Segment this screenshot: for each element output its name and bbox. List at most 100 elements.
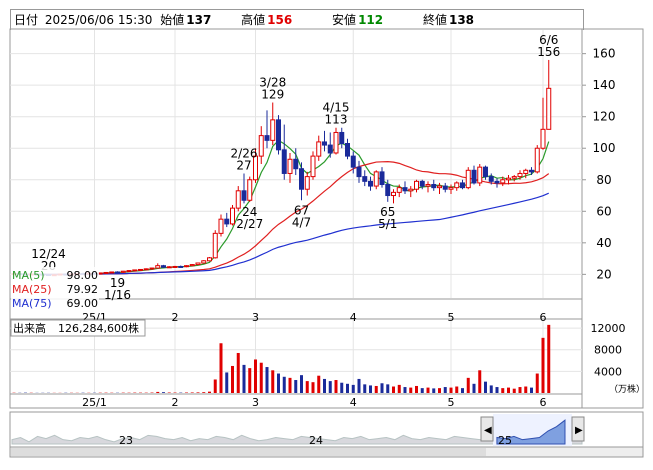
- volume-bar: [455, 386, 459, 393]
- annotation-value: 129: [261, 88, 284, 102]
- candle-body: [345, 143, 350, 157]
- volume-bar: [282, 376, 286, 393]
- candle-body: [322, 141, 327, 146]
- volume-bar: [196, 392, 200, 393]
- volume-header: 出来高 126,284,600株: [10, 319, 146, 337]
- candle-body: [546, 87, 552, 130]
- volume-bar: [530, 387, 533, 393]
- volume-bar: [495, 387, 499, 393]
- candle-body: [517, 172, 523, 178]
- volume-bar: [449, 387, 453, 393]
- candle-body: [350, 155, 356, 168]
- candle-body: [385, 183, 391, 197]
- volume-bar: [288, 377, 292, 393]
- volume-bar: [208, 391, 211, 393]
- candle-body: [270, 119, 276, 141]
- candle-body: [189, 264, 195, 267]
- volume-bar: [213, 379, 217, 393]
- candle-body: [276, 119, 281, 151]
- candle-body: [184, 265, 189, 268]
- volume-bar: [328, 381, 332, 393]
- price-tick-label: 100: [593, 141, 616, 155]
- candle-body: [442, 185, 448, 190]
- volume-bar: [340, 382, 344, 393]
- volume-bar: [277, 373, 280, 393]
- candle-body: [212, 232, 218, 259]
- ma-legend: MA(5) 98.00 MA(25) 79.92 MA(75) 69.00: [11, 267, 99, 311]
- x-tick-label: 4: [350, 311, 357, 324]
- volume-bar: [547, 324, 551, 393]
- candle-body: [333, 131, 339, 154]
- left-arrow-icon: ◀: [484, 425, 492, 436]
- volume-bar: [466, 377, 470, 393]
- candle-body: [281, 149, 287, 174]
- volume-unit: （万株）: [609, 383, 645, 395]
- candle-body: [483, 166, 488, 178]
- volume-bar: [317, 375, 321, 393]
- navigator-year-label: 25: [498, 434, 512, 447]
- volume-bar: [265, 367, 269, 393]
- candle-body: [511, 176, 517, 179]
- candle-body: [454, 182, 460, 189]
- candle-body: [460, 182, 465, 189]
- candle-body: [310, 155, 316, 178]
- candle-body: [368, 180, 373, 187]
- x-tick-label-volume: 3: [252, 396, 259, 409]
- candle-body: [339, 131, 345, 145]
- scrollbar-track-left: [11, 448, 486, 456]
- candle-body: [138, 268, 143, 271]
- candle-body: [103, 271, 109, 274]
- candle-body: [471, 169, 477, 184]
- candle-body: [379, 171, 385, 185]
- candle-body: [287, 158, 293, 174]
- candle-body: [419, 180, 425, 187]
- annotation-value: 27: [236, 158, 251, 172]
- volume-tick-label: 8000: [594, 344, 622, 357]
- candle-body: [241, 190, 247, 201]
- volume-bar: [524, 386, 528, 393]
- volume-bar: [363, 384, 367, 393]
- candle-body: [299, 168, 304, 190]
- volume-bar: [305, 381, 309, 393]
- stock-chart: 20406080100120140160400080001200025/125/…: [9, 28, 645, 458]
- volume-bar: [443, 387, 447, 393]
- volume-bar: [489, 385, 493, 393]
- volume-bar: [484, 381, 487, 393]
- volume-bar: [242, 364, 246, 393]
- right-arrow-icon: ▶: [575, 425, 583, 436]
- candle-body: [373, 171, 379, 187]
- volume-bar: [409, 387, 413, 393]
- candle-body: [230, 207, 235, 225]
- candle-body: [149, 267, 155, 270]
- candle-body: [258, 135, 264, 157]
- legend-ma5-label: MA(5): [12, 269, 45, 282]
- volume-bar: [323, 378, 326, 393]
- candle-body: [488, 176, 494, 182]
- candle-body: [316, 141, 322, 157]
- volume-bar: [369, 385, 372, 393]
- annotation-date: 2/27: [236, 217, 263, 231]
- annotation-value: 113: [325, 113, 348, 127]
- volume-bar: [202, 392, 206, 393]
- volume-bar: [518, 387, 522, 393]
- candle-body: [414, 180, 419, 190]
- candle-body: [178, 265, 184, 268]
- candle-body: [534, 147, 540, 173]
- volume-tick-label: 12000: [591, 322, 626, 335]
- volume-bar: [380, 383, 384, 393]
- volume-bar: [461, 388, 464, 393]
- volume-bar: [478, 370, 482, 393]
- candle-body: [437, 185, 442, 189]
- navigator-right-handle[interactable]: ▶: [571, 416, 585, 442]
- candle-body: [494, 180, 500, 184]
- volume-bar: [432, 388, 436, 393]
- volume-bar: [507, 387, 510, 393]
- navigator-left-handle[interactable]: ◀: [480, 416, 494, 442]
- candle-body: [218, 218, 224, 234]
- volume-bar: [374, 385, 378, 393]
- price-tick-label: 60: [596, 204, 611, 218]
- legend-ma75-label: MA(75): [12, 297, 52, 310]
- candle-body: [247, 179, 253, 201]
- volume-bar: [311, 382, 315, 393]
- price-tick-label: 20: [596, 267, 611, 281]
